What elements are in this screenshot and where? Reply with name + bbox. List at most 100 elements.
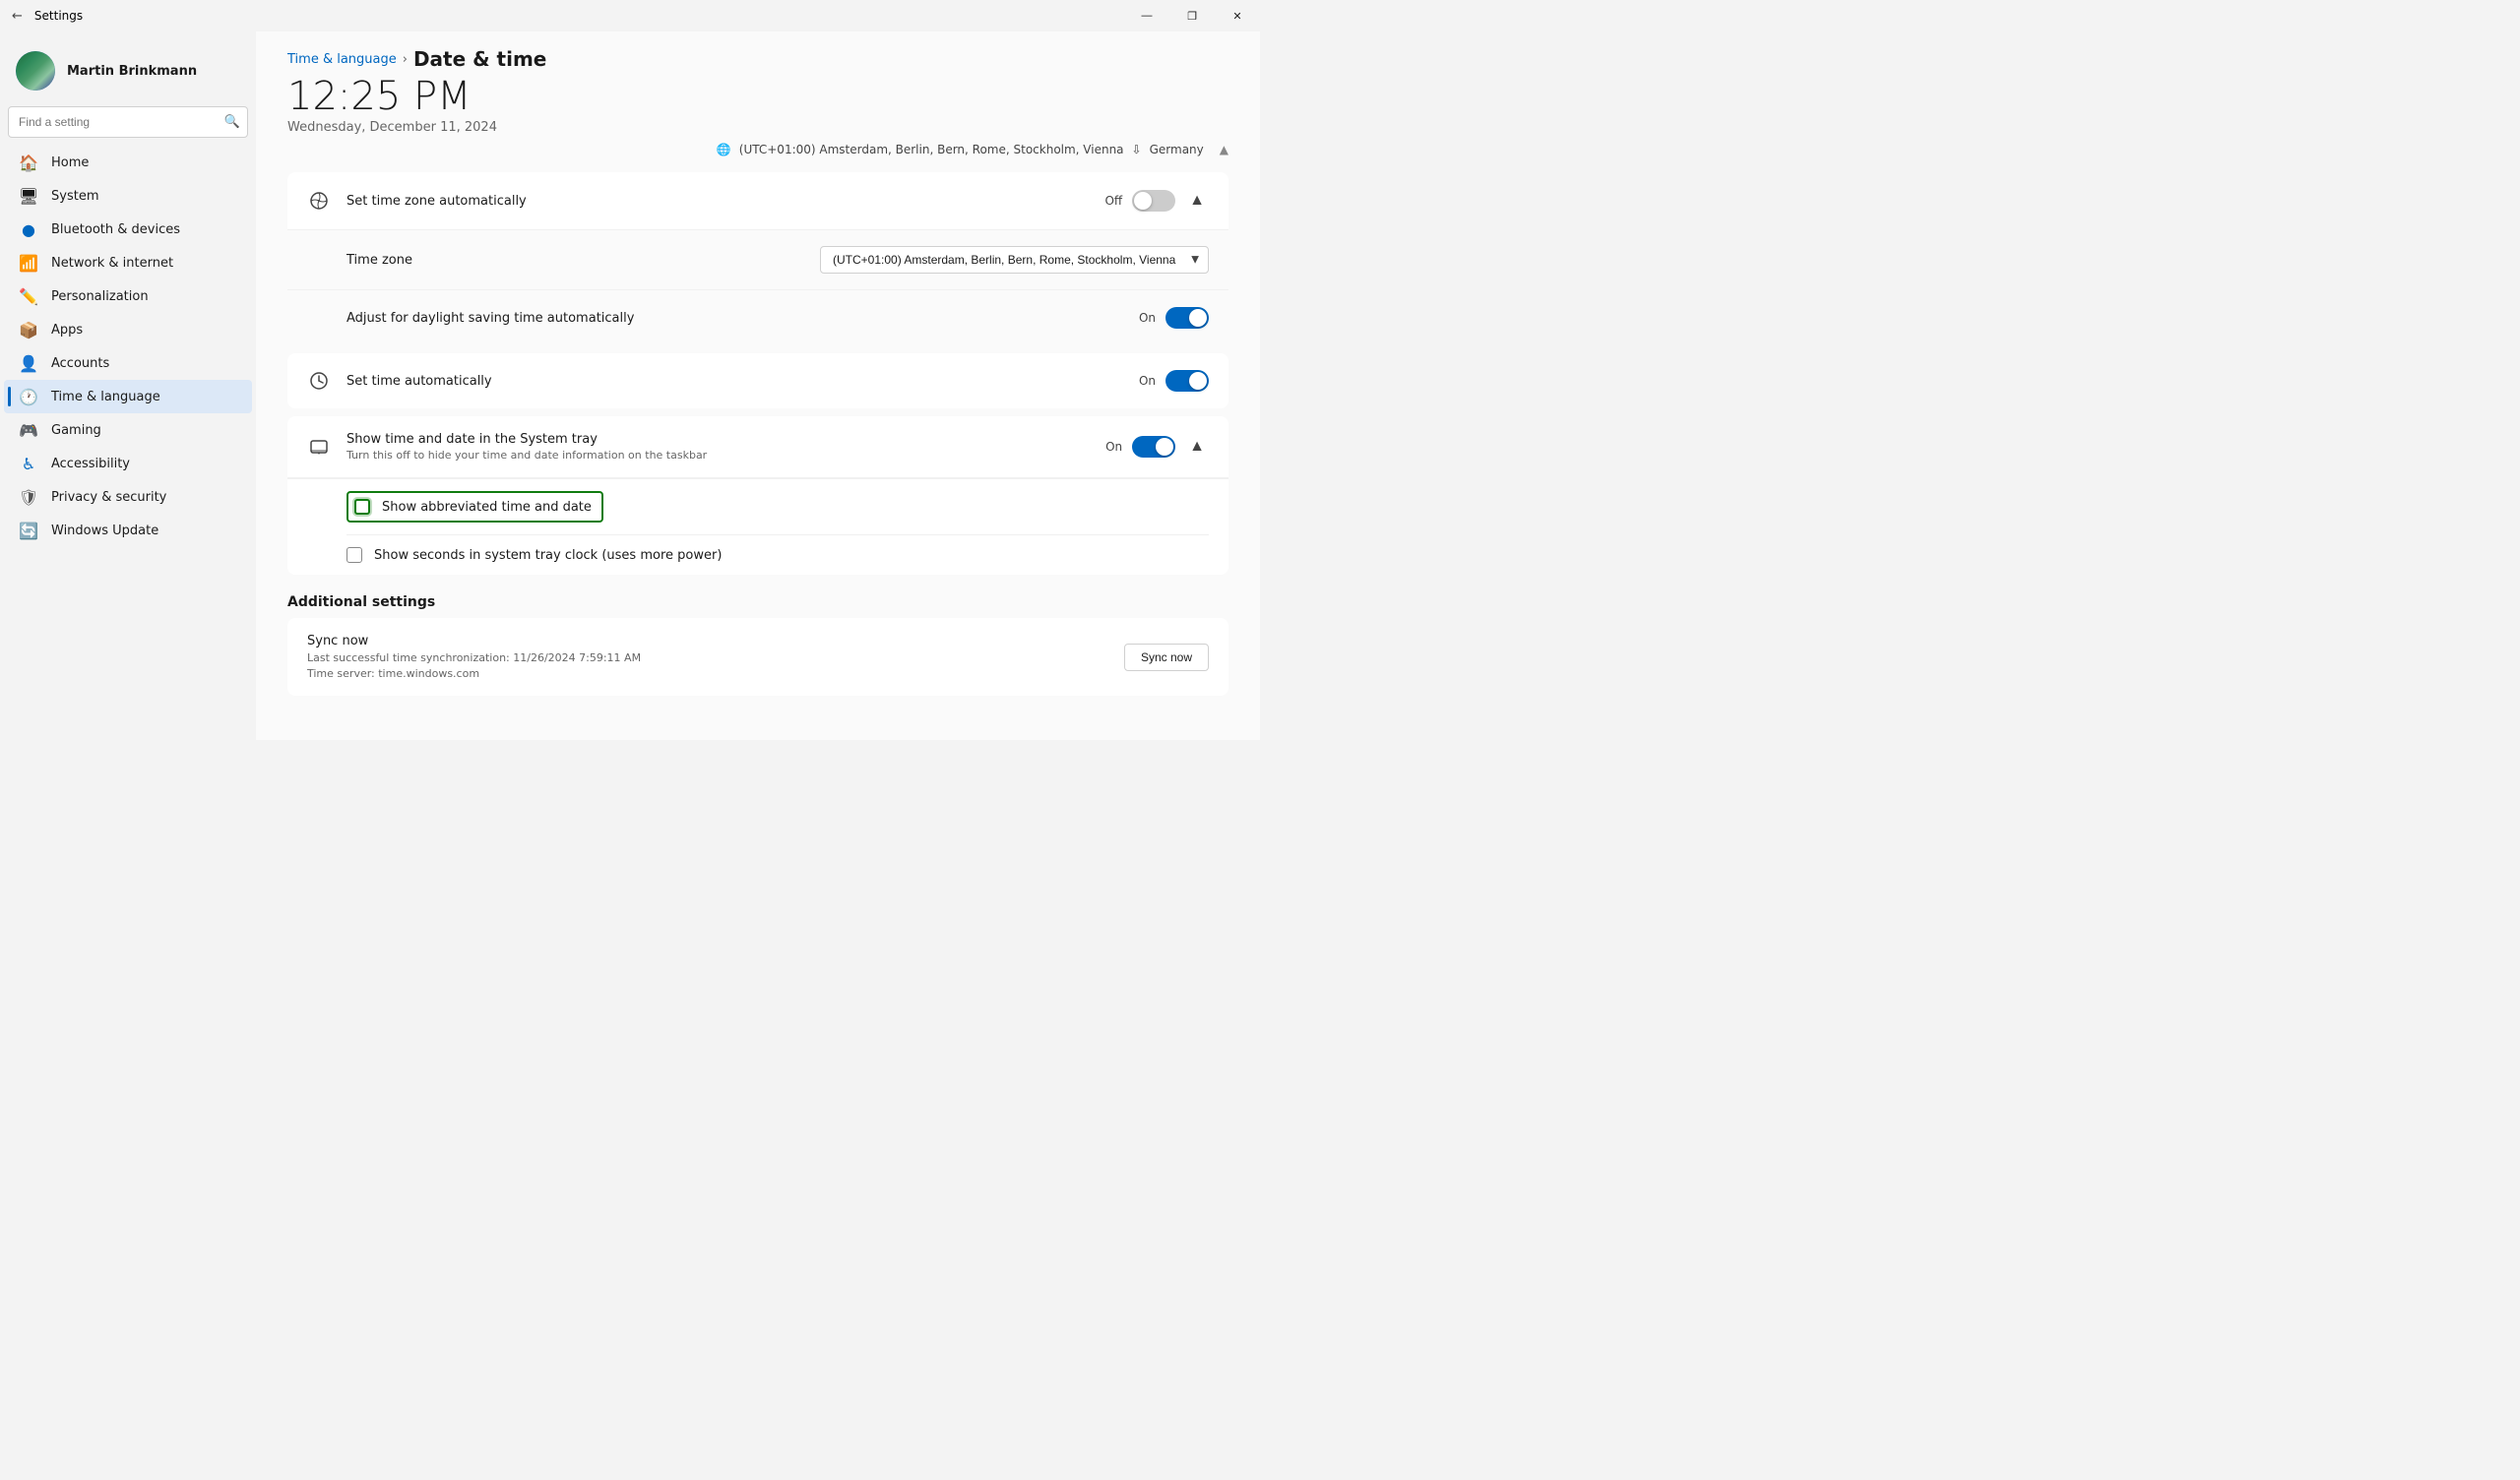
set-timezone-status: Off	[1104, 194, 1122, 208]
show-seconds-checkbox[interactable]	[346, 547, 362, 563]
system-tray-icon	[307, 435, 331, 459]
sync-info: Sync now Last successful time synchroniz…	[307, 634, 1124, 680]
search-input[interactable]	[8, 106, 248, 138]
region-label: Germany	[1150, 143, 1204, 156]
settings-area: Set time zone automatically Off ▲ Time z…	[256, 164, 1260, 735]
sidebar-item-bluetooth[interactable]: ● Bluetooth & devices	[4, 213, 252, 246]
breadcrumb-separator: ›	[403, 52, 408, 67]
network-icon: 📶	[20, 254, 37, 272]
timezone-dropdown-wrap: (UTC+01:00) Amsterdam, Berlin, Bern, Rom…	[820, 246, 1209, 274]
sidebar-item-apps[interactable]: 📦 Apps	[4, 313, 252, 346]
accessibility-icon: ♿	[20, 455, 37, 472]
back-icon[interactable]: ←	[12, 9, 23, 24]
privacy-icon: 🛡	[20, 488, 37, 506]
breadcrumb: Time & language › Date & time	[287, 47, 1228, 71]
sync-desc2: Time server: time.windows.com	[307, 667, 1124, 680]
daylight-saving-toggle[interactable]	[1166, 307, 1209, 329]
set-timezone-row: Set time zone automatically Off ▲	[287, 172, 1228, 230]
show-seconds-row: Show seconds in system tray clock (uses …	[346, 535, 1209, 575]
sidebar-item-accessibility[interactable]: ♿ Accessibility	[4, 447, 252, 480]
daylight-saving-control: On	[1139, 307, 1209, 329]
timezone-globe-icon: 🌐	[717, 143, 731, 156]
scroll-up-icon[interactable]: ▲	[1220, 143, 1228, 156]
system-tray-desc: Turn this off to hide your time and date…	[346, 449, 1105, 462]
time-language-icon: 🕐	[20, 388, 37, 405]
system-tray-expand[interactable]: ▲	[1185, 434, 1209, 460]
additional-settings-title: Additional settings	[287, 594, 1228, 610]
user-name: Martin Brinkmann	[67, 64, 197, 79]
settings-card-timezone: Set time zone automatically Off ▲ Time z…	[287, 172, 1228, 345]
abbreviated-time-row: Show abbreviated time and date	[346, 479, 1209, 535]
avatar	[16, 51, 55, 91]
clock-icon	[307, 369, 331, 393]
set-time-auto-toggle[interactable]	[1166, 370, 1209, 392]
sidebar-item-label: Home	[51, 155, 89, 170]
close-button[interactable]: ✕	[1215, 0, 1260, 31]
timezone-selector-row: Time zone (UTC+01:00) Amsterdam, Berlin,…	[287, 230, 1228, 290]
app-body: Martin Brinkmann 🔍 🏠 Home 🖥 System ● Blu…	[0, 31, 1260, 740]
sidebar-item-label: Time & language	[51, 390, 160, 404]
sub-settings: Show abbreviated time and date Show seco…	[287, 478, 1228, 575]
apps-icon: 📦	[20, 321, 37, 339]
set-time-auto-row: Set time automatically On	[287, 353, 1228, 408]
region-separator-icon: ⇩	[1132, 143, 1142, 156]
abbreviated-time-checkbox[interactable]	[354, 499, 370, 515]
search-icon: 🔍	[224, 115, 240, 130]
sidebar-item-label: Accounts	[51, 356, 109, 371]
set-timezone-toggle[interactable]	[1132, 190, 1175, 212]
timezone-selector-label: Time zone	[346, 253, 820, 268]
sync-title: Sync now	[307, 634, 1124, 648]
main-content: Time & language › Date & time 12:25 PM W…	[256, 31, 1260, 740]
sidebar-item-time-language[interactable]: 🕐 Time & language	[4, 380, 252, 413]
current-date: Wednesday, December 11, 2024	[287, 120, 1228, 135]
current-time: 12:25 PM	[287, 75, 1228, 118]
titlebar-controls: — ❐ ✕	[1124, 0, 1260, 31]
set-timezone-label: Set time zone automatically	[346, 194, 1104, 209]
sidebar-item-network[interactable]: 📶 Network & internet	[4, 246, 252, 279]
system-tray-toggle[interactable]	[1132, 436, 1175, 458]
system-tray-info: Show time and date in the System tray Tu…	[346, 432, 1105, 462]
sidebar-item-system[interactable]: 🖥 System	[4, 179, 252, 213]
set-timezone-expand[interactable]: ▲	[1185, 188, 1209, 214]
daylight-saving-label: Adjust for daylight saving time automati…	[346, 311, 1139, 326]
titlebar-left: ← Settings	[12, 9, 83, 24]
personalization-icon: ✏️	[20, 287, 37, 305]
accounts-icon: 👤	[20, 354, 37, 372]
daylight-saving-info: Adjust for daylight saving time automati…	[346, 311, 1139, 326]
sidebar-item-personalization[interactable]: ✏️ Personalization	[4, 279, 252, 313]
system-tray-row: Show time and date in the System tray Tu…	[287, 416, 1228, 478]
system-icon: 🖥	[20, 187, 37, 205]
system-tray-label: Show time and date in the System tray	[346, 432, 1105, 447]
set-timezone-info: Set time zone automatically	[346, 194, 1104, 209]
user-section: Martin Brinkmann	[0, 39, 256, 106]
sidebar-item-home[interactable]: 🏠 Home	[4, 146, 252, 179]
bluetooth-icon: ●	[20, 220, 37, 238]
content-header: Time & language › Date & time 12:25 PM W…	[256, 31, 1260, 143]
sidebar-item-label: Accessibility	[51, 457, 130, 471]
sync-now-button[interactable]: Sync now	[1124, 644, 1209, 671]
sidebar-item-label: System	[51, 189, 98, 204]
sidebar-item-accounts[interactable]: 👤 Accounts	[4, 346, 252, 380]
nav-menu: 🏠 Home 🖥 System ● Bluetooth & devices 📶 …	[0, 146, 256, 547]
set-time-auto-info: Set time automatically	[346, 374, 1139, 389]
set-time-auto-control: On	[1139, 370, 1209, 392]
home-icon: 🏠	[20, 154, 37, 171]
abbreviated-time-label: Show abbreviated time and date	[382, 500, 592, 515]
sidebar-item-gaming[interactable]: 🎮 Gaming	[4, 413, 252, 447]
timezone-selector-control: (UTC+01:00) Amsterdam, Berlin, Bern, Rom…	[820, 246, 1209, 274]
daylight-saving-row: Adjust for daylight saving time automati…	[287, 290, 1228, 345]
minimize-button[interactable]: —	[1124, 0, 1169, 31]
set-time-auto-status: On	[1139, 374, 1156, 388]
sidebar-item-privacy-security[interactable]: 🛡 Privacy & security	[4, 480, 252, 514]
timezone-icon	[307, 189, 331, 213]
system-tray-status: On	[1105, 440, 1122, 454]
sidebar-item-windows-update[interactable]: 🔄 Windows Update	[4, 514, 252, 547]
maximize-button[interactable]: ❐	[1169, 0, 1215, 31]
timezone-bar: 🌐 (UTC+01:00) Amsterdam, Berlin, Bern, R…	[256, 143, 1260, 156]
breadcrumb-parent[interactable]: Time & language	[287, 52, 397, 67]
search-box: 🔍	[8, 106, 248, 138]
windows-update-icon: 🔄	[20, 522, 37, 539]
timezone-dropdown[interactable]: (UTC+01:00) Amsterdam, Berlin, Bern, Rom…	[820, 246, 1209, 274]
sidebar-item-label: Network & internet	[51, 256, 173, 271]
timezone-selector-info: Time zone	[346, 253, 820, 268]
